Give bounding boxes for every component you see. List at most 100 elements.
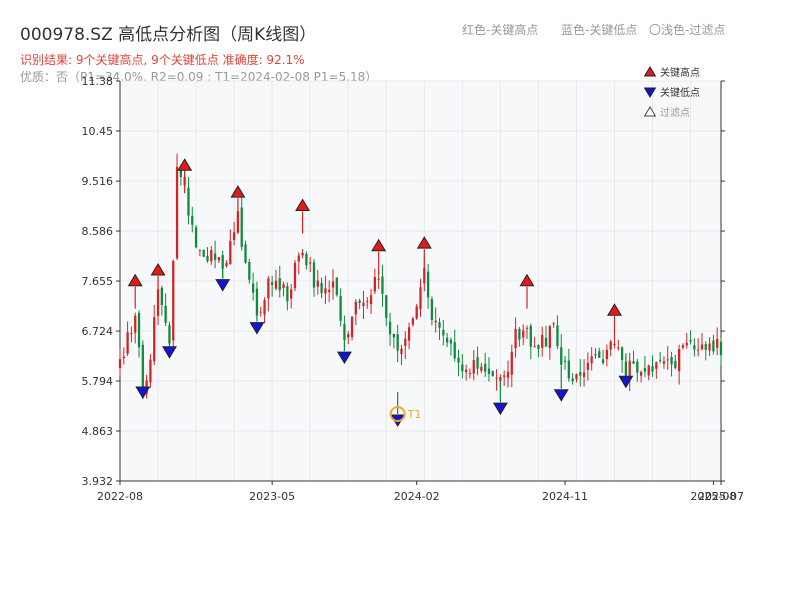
legend-label: 关键低点 [660,86,700,99]
candle-body [449,339,453,344]
x-tick-label: 2023-05 [249,490,295,503]
candle-body [617,347,620,349]
candlestick-chart: 3.932 4.863 5.794 6.724 7.655 8.586 9.516 10.45… [82,66,744,503]
candle-body [320,283,323,294]
candle-body [297,255,300,262]
candle-body [613,344,616,346]
t1-label: T1 [407,408,422,421]
x-tick-label: 2024-11 [542,490,588,503]
candle-body [430,299,434,321]
candle-body [487,368,491,374]
y-tick-label: 6.724 [82,325,114,338]
candle-body [309,262,312,264]
candle-body [484,363,487,372]
candle-body [685,342,688,346]
candle-body [681,345,685,348]
candle-body [563,360,567,362]
candle-body [137,312,141,348]
candle-body [153,317,156,362]
candle-body [118,359,122,368]
candle-body [229,241,232,265]
candle-body [232,232,236,240]
candle-body [586,362,590,370]
candle-body [293,262,297,289]
candle-body [658,359,662,361]
candle-body [700,344,704,350]
candle-body [472,360,475,374]
candle-body [187,187,190,216]
candle-body [388,321,392,335]
candle-body [366,300,369,302]
candle-body [213,253,217,260]
candle-body [217,257,221,261]
candle-body [259,311,262,313]
x-tick-label: 2025-07 [698,490,744,503]
candle-body [290,289,293,299]
candle-body [130,333,133,335]
candle-body [560,347,563,365]
candle-body [282,284,285,289]
candle-body [480,366,483,371]
candle-body [404,338,407,346]
candle-body [468,373,472,375]
candle-body [689,340,692,342]
candle-body [160,287,163,306]
candle-body [385,295,388,319]
candle-body [495,377,498,379]
candle-body [286,286,289,302]
candle-body [533,346,536,348]
candle-body [331,281,335,288]
legend-label: 关键高点 [660,66,700,79]
candle-body [274,280,278,289]
candle-body [556,325,559,347]
y-tick-label: 10.45 [82,125,114,138]
candle-body [693,345,696,350]
candle-body [305,253,308,266]
candle-body [396,334,399,351]
candle-body [324,288,327,294]
y-tick-label: 5.794 [82,375,114,388]
candle-body [457,357,460,363]
candle-body [194,227,198,248]
candle-body [666,359,669,361]
candle-body [354,301,357,315]
y-tick-label: 7.655 [82,275,114,288]
candle-body [278,278,281,291]
candle-body [594,354,597,356]
candle-body [134,315,137,333]
candle-body [643,368,647,372]
candle-body [335,277,338,295]
candle-body [312,262,316,288]
candle-body [522,330,525,338]
candle-body [172,260,175,341]
candle-body [339,295,342,321]
candle-body [716,338,719,348]
candle-body [442,329,445,336]
candle-body [601,359,605,363]
candle-body [678,348,681,372]
candle-body [381,276,384,294]
candle-body [251,283,255,293]
candle-body [670,356,673,365]
candle-body [582,372,586,377]
candle-body [636,361,639,373]
candle-body [438,322,441,328]
candle-body [620,347,624,361]
candle-body [267,278,270,299]
candle-body [126,332,129,354]
candle-body [571,378,574,382]
candle-body [210,249,213,262]
candle-body [704,344,707,350]
candle-body [609,341,612,350]
candle-body [529,325,532,347]
candle-body [628,360,631,378]
candle-body [518,328,521,340]
candle-body [362,302,365,306]
candle-body [465,369,468,373]
candle-body [149,359,152,383]
candle-body [537,344,540,350]
candle-body [407,327,411,341]
candle-body [453,341,456,359]
candle-body [525,327,529,329]
candle-body [579,371,582,376]
